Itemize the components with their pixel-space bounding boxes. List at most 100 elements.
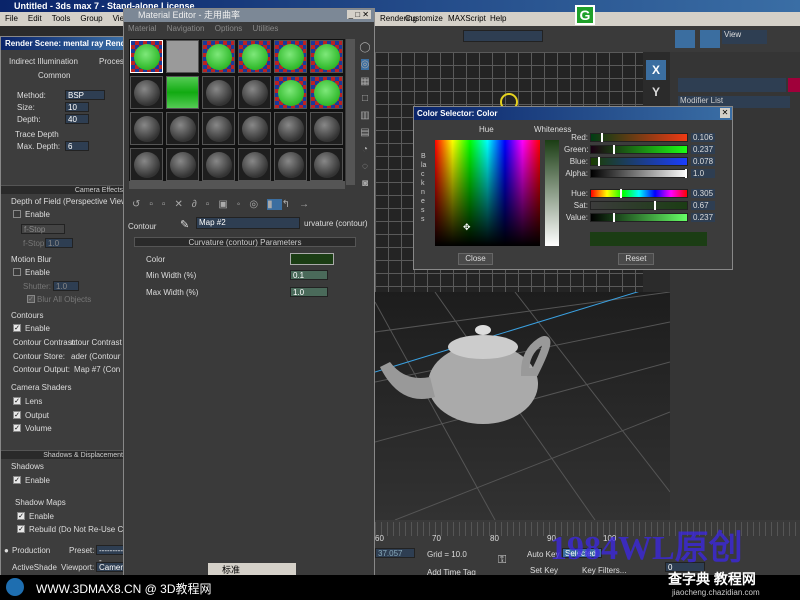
preset-dropdown[interactable]: ----------	[96, 545, 126, 565]
material-slot[interactable]	[238, 112, 271, 145]
menu-file[interactable]: File	[5, 14, 18, 23]
sat-spinner[interactable]: 0.67	[691, 201, 715, 210]
camera-effects-rollout[interactable]: Camera Effects	[1, 185, 126, 194]
shadows-enable-checkbox[interactable]: ✓	[13, 476, 21, 484]
material-slot[interactable]	[130, 148, 163, 181]
contour-contrast-button[interactable]: ntour Contrast F	[71, 338, 126, 347]
sm-enable-checkbox[interactable]: ✓	[17, 512, 25, 520]
menu-utilities[interactable]: Utilities	[253, 24, 279, 33]
menu-customize[interactable]: Customize	[405, 12, 443, 26]
menu-group[interactable]: Group	[80, 14, 102, 23]
material-slot[interactable]	[166, 148, 199, 181]
slider-thumb[interactable]	[613, 213, 616, 222]
red-slider[interactable]	[590, 133, 688, 142]
method-dropdown[interactable]: BSP	[65, 90, 105, 100]
menu-edit[interactable]: Edit	[28, 14, 42, 23]
window-controls[interactable]: _ □ ✕	[346, 10, 371, 19]
material-slot[interactable]	[238, 40, 271, 73]
material-toolbar[interactable]: ↺▫▫✕∂▫▣◦◎▮↰→	[132, 199, 372, 213]
fstop-dropdown[interactable]: f-Stop	[21, 224, 65, 234]
whiteness-slider[interactable]	[545, 140, 559, 246]
close-icon[interactable]: ✕	[720, 108, 730, 118]
contour-store-button[interactable]: ader (Contour	[71, 352, 126, 361]
reset-button[interactable]: Reset	[618, 253, 654, 265]
material-slot[interactable]	[130, 112, 163, 145]
value-slider[interactable]	[590, 213, 688, 222]
material-slot[interactable]	[238, 148, 271, 181]
shadows-displacement-rollout[interactable]: Shadows & Displacement	[1, 450, 126, 459]
shutter-spinner[interactable]: 1.0	[53, 281, 79, 291]
red-spinner[interactable]: 0.106	[691, 133, 715, 142]
material-slot[interactable]	[202, 40, 235, 73]
viewport-layout-icon[interactable]	[675, 30, 695, 48]
view-dropdown[interactable]: View	[722, 30, 767, 44]
sat-slider[interactable]	[590, 201, 688, 210]
viewport-dropdown[interactable]: Camera	[96, 562, 127, 572]
eyedropper-icon[interactable]: ✎	[180, 218, 189, 231]
material-slot[interactable]	[274, 76, 307, 109]
material-slot[interactable]	[310, 148, 343, 181]
depth-spinner[interactable]: 40	[65, 114, 89, 124]
menu-help[interactable]: Help	[490, 12, 506, 26]
green-spinner[interactable]: 0.237	[691, 145, 715, 154]
rebuild-checkbox[interactable]: ✓	[17, 525, 25, 533]
slots-vertical-scrollbar[interactable]	[346, 39, 355, 185]
material-slot[interactable]	[310, 112, 343, 145]
teapot[interactable]	[380, 325, 551, 424]
size-spinner[interactable]: 10	[65, 102, 89, 112]
lens-checkbox[interactable]: ✓	[13, 397, 21, 405]
material-slot[interactable]	[310, 76, 343, 109]
material-slot[interactable]	[130, 76, 163, 109]
slider-thumb[interactable]	[598, 157, 601, 166]
map-name-field[interactable]: Map #2	[196, 217, 300, 229]
slider-thumb[interactable]	[600, 133, 603, 142]
max-width-spinner[interactable]: 1.0	[290, 287, 328, 297]
menu-navigation[interactable]: Navigation	[167, 24, 205, 33]
close-button[interactable]: Close	[458, 253, 493, 265]
material-slot[interactable]	[202, 76, 235, 109]
tab-common[interactable]: Common	[38, 71, 70, 80]
axis-x-button[interactable]: X	[646, 60, 666, 80]
material-slot[interactable]	[202, 112, 235, 145]
slider-thumb[interactable]	[685, 169, 687, 178]
slider-thumb[interactable]	[619, 189, 622, 198]
hue-blackness-picker[interactable]: ✥	[435, 140, 540, 246]
volume-checkbox[interactable]: ✓	[13, 424, 21, 432]
material-slot[interactable]	[238, 76, 271, 109]
material-slot[interactable]	[130, 40, 163, 73]
material-slot[interactable]	[166, 112, 199, 145]
selection-set-dropdown[interactable]	[463, 30, 543, 42]
production-radio[interactable]: ●	[4, 546, 9, 555]
activeshade-label[interactable]: ActiveShade	[12, 563, 57, 572]
key-icon[interactable]: ⚿	[498, 554, 506, 567]
object-name-field[interactable]	[678, 78, 786, 92]
blue-slider[interactable]	[590, 157, 688, 166]
fstop-spinner[interactable]: 1.0	[45, 238, 73, 248]
menu-maxscript[interactable]: MAXScript	[448, 12, 486, 26]
slots-horizontal-scrollbar[interactable]	[129, 181, 345, 189]
material-slot[interactable]	[274, 148, 307, 181]
picker-crosshair[interactable]: ✥	[463, 222, 471, 233]
menu-tools[interactable]: Tools	[52, 14, 71, 23]
contour-output-button[interactable]: Map #7 (Con	[74, 365, 126, 374]
alpha-slider[interactable]	[590, 169, 688, 178]
menu-options[interactable]: Options	[215, 24, 243, 33]
slider-thumb[interactable]	[653, 201, 656, 210]
output-checkbox[interactable]: ✓	[13, 411, 21, 419]
perspective-viewport[interactable]	[374, 281, 671, 521]
min-width-spinner[interactable]: 0.1	[290, 270, 328, 280]
tab-indirect-illumination[interactable]: Indirect Illumination	[9, 57, 78, 66]
hue-spinner[interactable]: 0.305	[691, 189, 715, 198]
material-slot[interactable]	[202, 148, 235, 181]
value-spinner[interactable]: 0.237	[691, 213, 715, 222]
material-slot[interactable]	[310, 40, 343, 73]
green-slider[interactable]	[590, 145, 688, 154]
blur-all-checkbox[interactable]: ✓	[27, 295, 35, 303]
map-type-button[interactable]: urvature (contour)	[304, 219, 368, 228]
alpha-spinner[interactable]: 1.0	[691, 169, 715, 178]
material-slot[interactable]	[166, 76, 199, 109]
mb-enable-checkbox[interactable]	[13, 268, 21, 276]
color-swatch[interactable]	[290, 253, 334, 265]
menu-material[interactable]: Material	[128, 24, 156, 33]
axis-y-button[interactable]: Y	[646, 82, 666, 102]
